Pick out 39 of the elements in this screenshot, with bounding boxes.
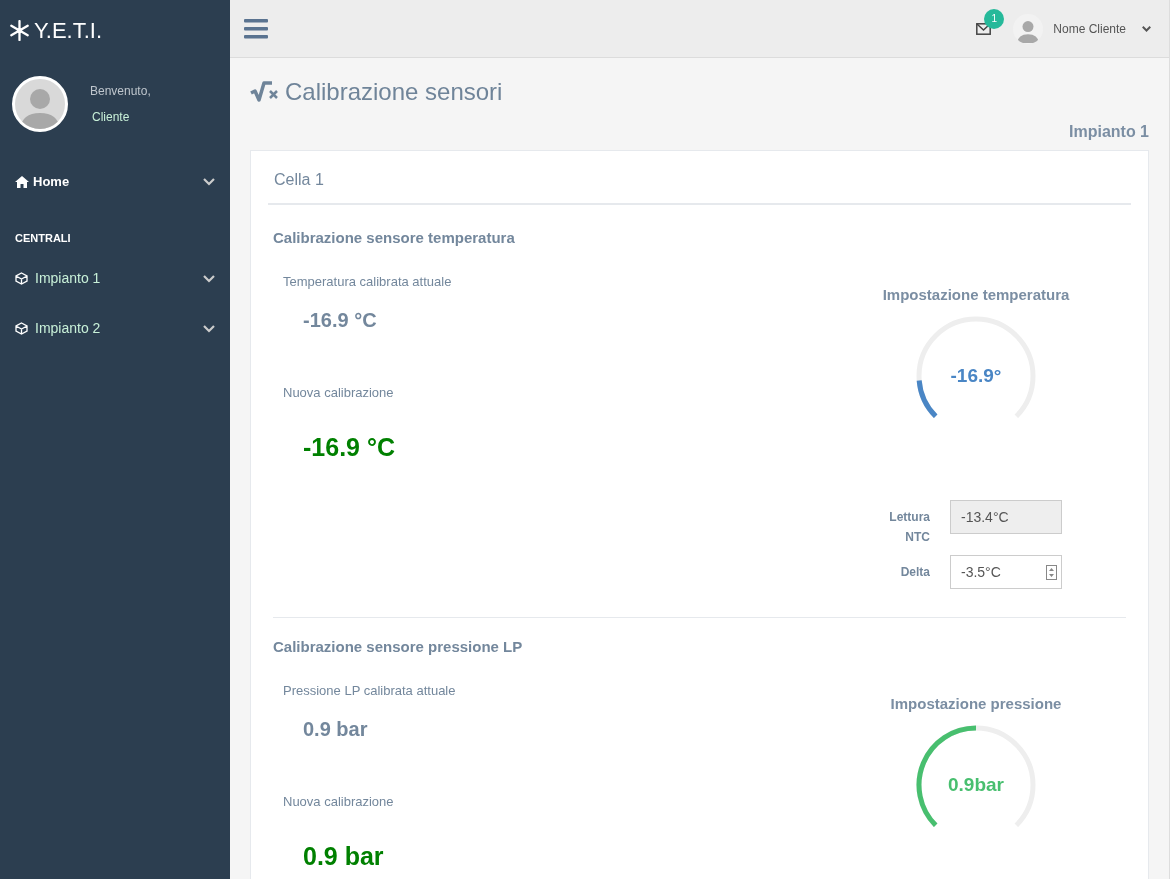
field-label: Nuova calibrazione <box>283 384 395 402</box>
home-icon <box>15 176 29 188</box>
new-value: -16.9 °C <box>302 431 396 463</box>
field-label: Delta <box>899 564 930 581</box>
cube-icon <box>15 322 28 335</box>
brand-logo[interactable]: Y.E.T.I. <box>34 13 103 47</box>
welcome-text: Benvenuto, <box>90 83 151 100</box>
section-title: Calibrazione sensore temperatura <box>273 228 516 248</box>
plant-name: Impianto 1 <box>1069 122 1149 142</box>
field-label: Nuova calibrazione <box>283 793 395 811</box>
notification-badge: 1 <box>984 8 1005 29</box>
chevron-down-icon[interactable] <box>1142 25 1151 32</box>
field-label: Pressione LP calibrata attuale <box>283 681 456 700</box>
cube-icon <box>15 272 28 285</box>
sidebar-item[interactable]: Impianto 2 <box>0 308 230 349</box>
gauge-title: Impostazione pressione <box>890 693 1062 714</box>
gauge-value: -16.9° <box>950 364 1002 388</box>
spinner-icon[interactable] <box>1046 564 1057 580</box>
gauge-value: 0.9bar <box>948 773 1004 797</box>
number-input-field[interactable]: -3.5°C <box>950 555 1062 589</box>
section-heading: CENTRALI <box>14 231 72 246</box>
user-name: Cliente <box>91 109 131 126</box>
current-value: 0.9 bar <box>302 717 369 742</box>
section-title: Calibrazione sensore pressione LP <box>273 637 524 657</box>
field-label: Lettura NTC <box>888 509 930 546</box>
square-root-icon <box>250 80 280 104</box>
reading-field: -13.4°C <box>950 500 1062 534</box>
current-value: -16.9 °C <box>302 308 378 333</box>
gauge-title: Impostazione temperatura <box>882 284 1070 305</box>
snowflake-icon <box>9 19 30 41</box>
user-menu-button[interactable]: Nome Cliente <box>1053 19 1126 38</box>
field-label: Temperatura calibrata attuale <box>283 272 452 291</box>
mail-icon[interactable] <box>976 22 992 35</box>
sidebar-item[interactable]: Impianto 1 <box>0 258 230 299</box>
card-title: Cella 1 <box>268 151 1131 205</box>
page-title: Calibrazione sensori <box>285 77 503 107</box>
menu-icon[interactable] <box>244 18 268 39</box>
new-value: 0.9 bar <box>302 840 385 872</box>
sidebar-item[interactable]: Home <box>0 162 230 202</box>
